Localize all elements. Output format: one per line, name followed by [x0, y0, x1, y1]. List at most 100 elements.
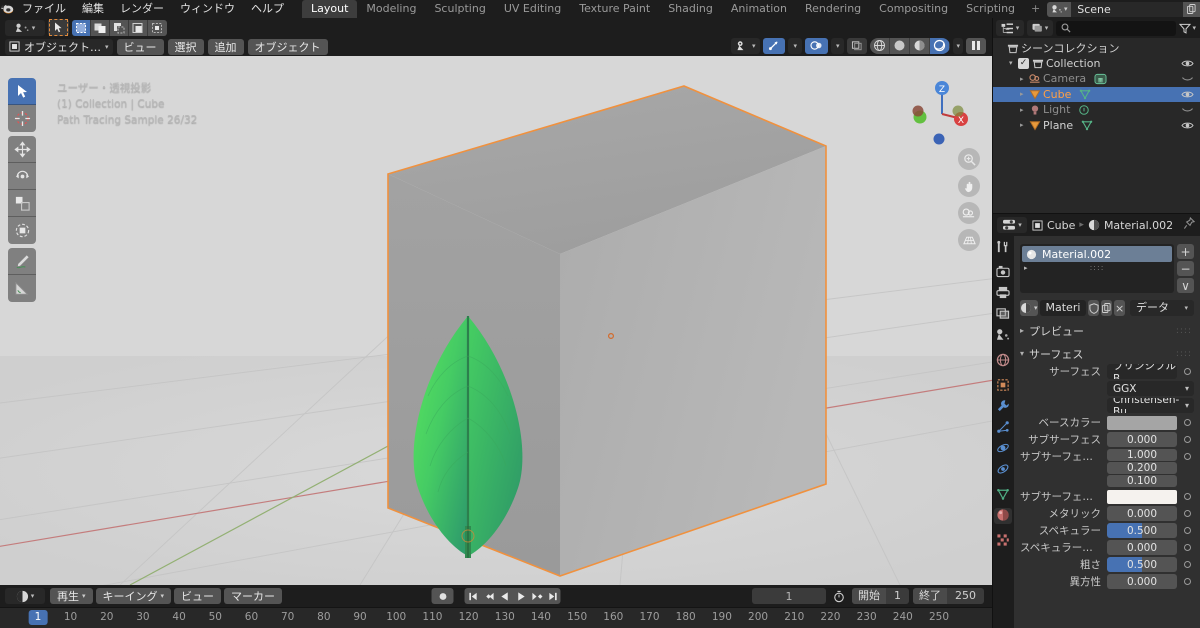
select-invert-icon[interactable] — [129, 19, 148, 36]
material-preview-icon[interactable] — [910, 37, 931, 54]
value-slider[interactable]: 0.500 — [1107, 557, 1177, 572]
timeline-menu-2[interactable]: ビュー — [174, 588, 222, 604]
tool-rotate[interactable] — [8, 163, 36, 190]
menu-1[interactable]: 編集 — [74, 0, 112, 18]
timeline-editor-type-icon[interactable]: ▾ — [5, 588, 45, 604]
filter-id-icon[interactable]: ▾ — [1027, 20, 1053, 36]
pause-render-icon[interactable] — [966, 37, 986, 54]
visibility-eye-icon[interactable] — [1181, 73, 1194, 84]
vertical-divider[interactable] — [992, 18, 993, 628]
scene-name[interactable]: Scene — [1071, 1, 1184, 17]
next-keyframe-icon[interactable] — [529, 588, 545, 604]
current-frame-field[interactable]: 1 — [752, 588, 826, 604]
tool-scale[interactable] — [8, 190, 36, 217]
wireframe-icon[interactable] — [870, 37, 891, 54]
tool-move[interactable] — [8, 136, 36, 163]
properties-tab-world[interactable] — [994, 353, 1012, 369]
vector-field[interactable]: 1.000 0.200 0.100 — [1107, 449, 1177, 487]
grid-ortho-icon[interactable] — [958, 229, 980, 251]
visibility-eye-icon[interactable] — [1181, 104, 1194, 115]
scene-selector[interactable]: ▾ Scene × — [1047, 1, 1200, 17]
mesh-data-icon[interactable] — [1081, 119, 1093, 131]
horizontal-divider[interactable] — [992, 213, 1200, 214]
material-slots[interactable]: Material.002 ▸ :::: — [1020, 244, 1174, 293]
value-slider[interactable]: 0.000 — [1107, 506, 1177, 521]
add-workspace-button[interactable]: + — [1024, 0, 1047, 18]
properties-tab-physics[interactable] — [994, 441, 1012, 457]
link-socket-button[interactable] — [1180, 557, 1194, 572]
link-socket-button[interactable] — [1180, 449, 1194, 463]
visibility-eye-icon[interactable] — [1181, 120, 1194, 131]
link-socket-button[interactable] — [1180, 523, 1194, 538]
timeline-menu-0[interactable]: 再生 ▾ — [50, 588, 93, 604]
properties-tab-output[interactable] — [994, 286, 1012, 302]
link-socket-button[interactable] — [1180, 506, 1194, 521]
chevron-right-icon[interactable]: ▸ — [1020, 121, 1029, 129]
material-name-field[interactable]: Materi — [1039, 300, 1087, 316]
jump-start-icon[interactable] — [465, 588, 481, 604]
play-reverse-icon[interactable] — [497, 588, 513, 604]
properties-tab-modifiers[interactable] — [994, 399, 1012, 415]
vector-component-2[interactable]: 0.100 — [1107, 475, 1177, 487]
properties-editor-type-icon[interactable]: ▾ — [997, 217, 1027, 233]
outliner-editor-type-icon[interactable]: ▾ — [996, 20, 1024, 36]
material-slot-item[interactable]: Material.002 — [1022, 246, 1172, 262]
timeline-scrubber[interactable]: 10 20 30 40 50 60 70 80 90 100 110 120 130 140 150 160 1… — [0, 607, 992, 628]
chevron-right-icon[interactable]: ▸ — [1020, 90, 1029, 98]
visibility-eye-icon[interactable] — [1181, 89, 1194, 100]
properties-tab-view-layer[interactable] — [994, 307, 1012, 323]
overlays-toggle-button[interactable] — [804, 37, 828, 54]
material-slot-link-selector[interactable]: データ ▾ — [1129, 300, 1194, 316]
menu-0[interactable]: ファイル — [14, 0, 74, 18]
workspace-tab-compositing[interactable]: Compositing — [870, 0, 957, 18]
workspace-tab-animation[interactable]: Animation — [722, 0, 796, 18]
workspace-tab-modeling[interactable]: Modeling — [357, 0, 425, 18]
color-swatch[interactable] — [1107, 415, 1177, 430]
solid-sphere-icon[interactable] — [890, 37, 911, 54]
workspace-tab-shading[interactable]: Shading — [659, 0, 722, 18]
chevron-right-icon[interactable]: ▸ — [1020, 106, 1029, 114]
material-slot-resize[interactable]: ▸ :::: — [1022, 262, 1172, 273]
unlink-material-button[interactable]: × — [1114, 300, 1125, 316]
properties-tab-data[interactable] — [994, 487, 1012, 503]
tool-tweak-select-box[interactable] — [8, 78, 36, 105]
properties-tab-particles[interactable] — [994, 420, 1012, 436]
new-scene-button[interactable] — [1183, 1, 1200, 17]
menu-4[interactable]: ヘルプ — [243, 0, 292, 18]
select-subtract-icon[interactable] — [110, 19, 129, 36]
tool-annotate[interactable] — [8, 248, 36, 275]
chevron-down-icon[interactable]: ▾ — [1009, 59, 1018, 67]
new-material-icon[interactable] — [1101, 300, 1113, 316]
breadcrumb-material-label[interactable]: Material.002 — [1104, 219, 1173, 232]
navigation-gizmo[interactable]: Z X — [906, 78, 978, 150]
color-swatch[interactable] — [1107, 489, 1177, 504]
viewport-menu-1[interactable]: 選択 — [167, 38, 204, 55]
tool-transform[interactable] — [8, 217, 36, 244]
object-types-visibility-button[interactable]: ▾ — [730, 37, 761, 54]
material-browse-icon[interactable]: ▾ — [1020, 300, 1038, 316]
link-socket-button[interactable] — [1180, 364, 1194, 379]
properties-tab-material[interactable] — [994, 508, 1012, 524]
gizmo-toggle-button[interactable] — [763, 37, 786, 54]
value-slider[interactable]: 0.000 — [1107, 432, 1177, 447]
camera-data-icon[interactable]: ▦ — [1094, 73, 1107, 85]
properties-tab-texture[interactable] — [994, 533, 1012, 549]
workspace-tab-scripting[interactable]: Scripting — [957, 0, 1024, 18]
playback-button-group[interactable] — [464, 588, 561, 604]
surface-enum-selector[interactable]: GGX — [1107, 381, 1194, 396]
viewport-menu-3[interactable]: オブジェクト — [247, 38, 328, 55]
overlays-dropdown[interactable]: ▾ — [830, 37, 845, 54]
remove-material-slot-button[interactable]: − — [1177, 261, 1194, 276]
link-socket-button[interactable] — [1180, 574, 1194, 589]
tool-measure[interactable] — [8, 275, 36, 302]
properties-tab-object[interactable] — [994, 378, 1012, 394]
outliner-row-collection[interactable]: ▾ ✓ Collection — [992, 56, 1200, 72]
outliner-row-light[interactable]: ▸ Light — [992, 102, 1200, 118]
frame-start-field[interactable]: 開始 1 — [852, 588, 909, 604]
prev-keyframe-icon[interactable] — [481, 588, 497, 604]
add-material-slot-button[interactable]: + — [1177, 244, 1194, 259]
menu-2[interactable]: レンダー — [112, 0, 172, 18]
workspace-tab-layout[interactable]: Layout — [302, 0, 358, 18]
pin-icon[interactable] — [1183, 216, 1196, 233]
active-tool-button[interactable] — [48, 19, 69, 36]
